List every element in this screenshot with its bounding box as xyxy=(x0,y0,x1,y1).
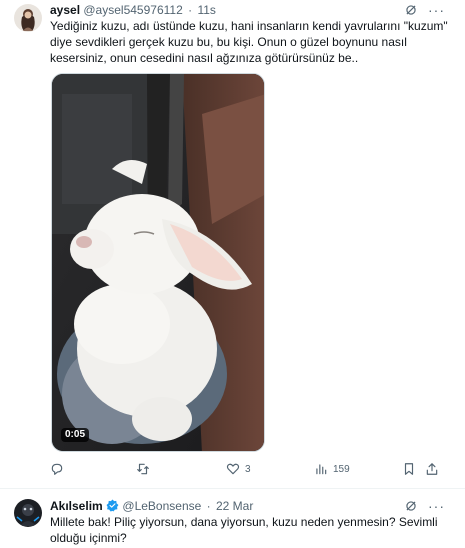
display-name[interactable]: Akılselim xyxy=(50,499,103,513)
tweet-text: Millete bak! Piliç yiyorsun, dana yiyors… xyxy=(50,514,450,546)
like-button[interactable]: 3 xyxy=(226,460,251,478)
display-name[interactable]: aysel xyxy=(50,3,80,17)
views-button[interactable]: 159 xyxy=(314,460,350,478)
bookmark-icon xyxy=(404,463,414,475)
handle[interactable]: @LeBonsense xyxy=(122,499,201,513)
more-options-icon[interactable]: ··· xyxy=(428,499,445,513)
video-thumbnail xyxy=(52,74,264,451)
heart-icon xyxy=(226,463,240,475)
avatar-image xyxy=(14,4,42,32)
tweet-text-line: kesersiniz, onun cesedini nasıl ağzınıza… xyxy=(50,51,359,65)
separator: · xyxy=(206,499,211,513)
tweet[interactable]: Akılselim @LeBonsense · 22 Mar ··· Mille… xyxy=(0,488,465,548)
separator: · xyxy=(188,3,193,17)
tweet-text: Yediğiniz kuzu, adı üstünde kuzu, hani i… xyxy=(50,18,450,66)
tweet[interactable]: aysel @aysel545976112 · 11s ··· Yediğini… xyxy=(0,0,465,488)
tweet-text-line: diye sevdikleri gerçek kuzu bu, bu kişi.… xyxy=(50,35,407,49)
grok-icon[interactable] xyxy=(404,3,418,17)
like-count: 3 xyxy=(245,463,251,475)
views-chart-icon xyxy=(316,464,327,475)
tweet-text-line: Yediğiniz kuzu, adı üstünde kuzu, hani i… xyxy=(50,19,448,33)
retweet-button[interactable] xyxy=(136,460,155,478)
verified-badge-icon xyxy=(106,499,119,512)
timestamp[interactable]: 22 Mar xyxy=(216,499,253,513)
tweet-text-line: olduğu içinmi? xyxy=(50,531,127,545)
share-icon xyxy=(426,463,438,475)
avatar-image xyxy=(14,499,42,527)
handle[interactable]: @aysel545976112 xyxy=(83,3,182,17)
views-count: 159 xyxy=(333,463,350,475)
reply-icon xyxy=(51,463,63,475)
grok-icon[interactable] xyxy=(404,499,418,513)
tweet-header: aysel @aysel545976112 · 11s xyxy=(50,2,216,18)
tweet-actions: 3 159 xyxy=(50,460,448,478)
avatar[interactable] xyxy=(14,4,42,32)
tweet-header: Akılselim @LeBonsense · 22 Mar xyxy=(50,498,253,514)
share-button[interactable] xyxy=(425,460,439,478)
bookmark-button[interactable] xyxy=(402,460,416,478)
video-duration: 0:05 xyxy=(61,428,90,442)
reply-button[interactable] xyxy=(50,460,69,478)
video-player[interactable]: 0:05 xyxy=(51,73,265,452)
tweet-text-line: Millete bak! Piliç yiyorsun, dana yiyors… xyxy=(50,515,438,529)
timestamp[interactable]: 11s xyxy=(197,3,215,17)
more-options-icon[interactable]: ··· xyxy=(428,3,445,17)
avatar[interactable] xyxy=(14,499,42,527)
retweet-icon xyxy=(137,463,149,475)
